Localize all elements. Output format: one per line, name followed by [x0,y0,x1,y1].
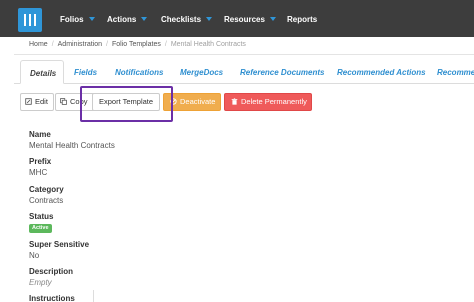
super-sensitive-value: No [29,251,40,260]
prefix-label: Prefix [29,157,52,166]
tab-recommended-actions[interactable]: Recommended Actions [337,68,426,77]
tab-recommended-more[interactable]: Recomme [437,68,474,77]
description-value: Empty [29,278,52,287]
description-label: Description [29,267,74,276]
breadcrumb-separator: / [106,41,108,48]
status-label: Status [29,212,54,221]
caret-down-icon [141,17,148,21]
category-value: Contracts [29,196,64,205]
tabs-baseline [14,83,474,84]
tab-fields[interactable]: Fields [74,68,97,77]
nav-resources[interactable]: Resources [224,15,276,24]
nav-checklists[interactable]: Checklists [161,15,213,24]
breadcrumb-current: Mental Health Contracts [170,41,246,48]
name-value: Mental Health Contracts [29,141,115,150]
status-badge: Active [29,224,52,233]
export-template-button[interactable]: Export Template [92,93,160,111]
app-logo[interactable] [18,8,42,32]
breadcrumb-divider [14,54,474,55]
caret-down-icon [88,17,95,21]
nav-actions[interactable]: Actions [107,15,148,24]
trash-icon [231,98,238,105]
top-navbar: Folios Actions Checklists Resources Repo… [0,0,474,37]
prefix-value: MHC [29,168,48,177]
copy-icon [60,98,67,105]
breadcrumb-home[interactable]: Home [29,41,48,48]
tab-notifications[interactable]: Notifications [115,68,163,77]
breadcrumb-separator: / [164,41,167,48]
breadcrumb-separator: / [51,41,54,48]
deactivate-button[interactable]: Deactivate [163,93,221,111]
nav-folios[interactable]: Folios [60,15,95,24]
copy-button[interactable]: Copy [55,93,95,111]
column-divider [93,290,94,302]
instructions-label: Instructions [29,294,75,302]
tab-mergedocs[interactable]: MergeDocs [180,68,223,77]
ban-icon [170,98,177,105]
edit-icon [25,98,32,105]
caret-down-icon [269,17,276,21]
breadcrumb-folio-templates[interactable]: Folio Templates [112,41,161,48]
super-sensitive-label: Super Sensitive [29,240,90,249]
breadcrumb: Home / Administration / Folio Templates / Ment… [29,41,246,48]
delete-permanently-button[interactable]: Delete Permanently [224,93,312,111]
tab-details[interactable]: Details [20,60,64,84]
breadcrumb-administration[interactable]: Administration [58,41,102,48]
tab-reference-documents[interactable]: Reference Documents [240,68,324,77]
category-label: Category [29,185,64,194]
name-label: Name [29,130,51,139]
nav-reports[interactable]: Reports [287,15,317,24]
edit-button[interactable]: Edit [20,93,54,111]
caret-down-icon [206,17,213,21]
